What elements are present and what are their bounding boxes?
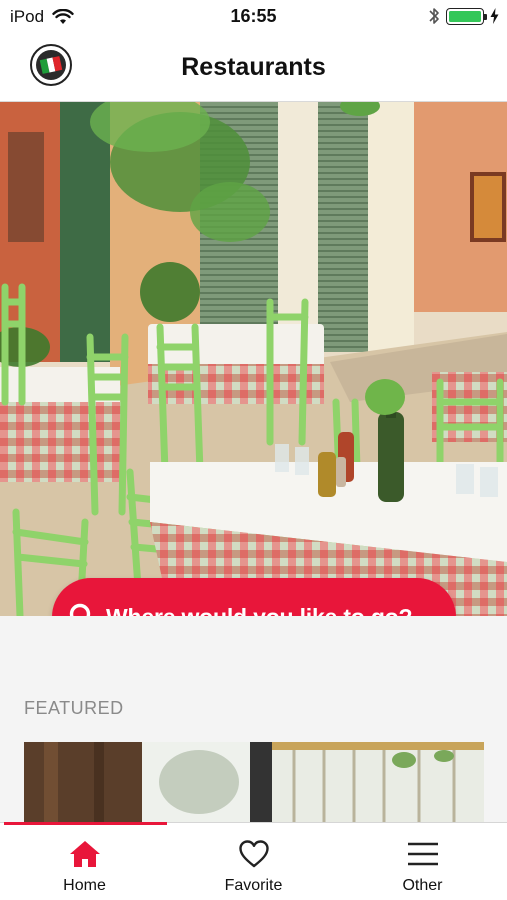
tab-favorite[interactable]: Favorite (169, 823, 338, 900)
battery-icon (446, 7, 487, 25)
tab-home[interactable]: Home (0, 823, 169, 900)
tab-other-label: Other (402, 877, 443, 894)
hero-image (0, 102, 507, 616)
home-icon (69, 841, 100, 867)
content-area: FEATURED (0, 616, 507, 822)
restaurant-terrace-illustration (0, 102, 507, 616)
bluetooth-icon (429, 8, 439, 24)
featured-card[interactable] (24, 742, 484, 822)
tab-home-label: Home (63, 877, 106, 894)
tab-favorite-label: Favorite (224, 877, 283, 894)
status-right (428, 6, 499, 26)
charging-bolt-icon (490, 8, 499, 24)
battery-fill (449, 10, 481, 22)
heart-icon (238, 840, 269, 868)
page-title: Restaurants (181, 53, 326, 81)
navigation-bar: Restaurants (0, 36, 507, 102)
featured-heading: FEATURED (24, 698, 124, 718)
status-bar: iPod 16:55 (0, 0, 507, 36)
featured-card-image (24, 742, 484, 822)
menu-icon (407, 842, 438, 866)
tab-bar: Home Favorite Other (0, 822, 507, 900)
tab-other[interactable]: Other (338, 823, 507, 900)
